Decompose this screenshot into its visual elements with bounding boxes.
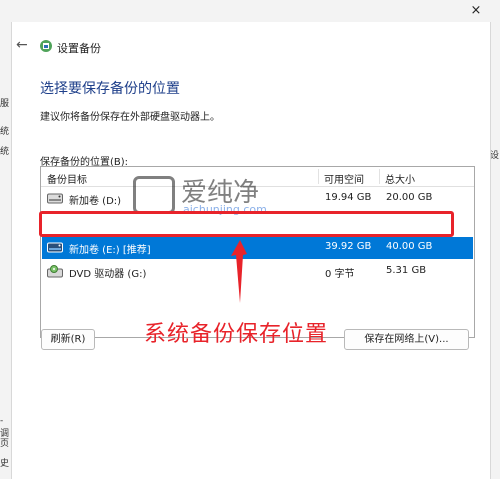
drive-name: DVD 驱动器 (G:): [69, 269, 147, 280]
background-fragment: 服: [0, 99, 10, 109]
hard-drive-icon: [47, 242, 63, 253]
page-description: 建议你将备份保存在外部硬盘驱动器上。: [40, 112, 220, 123]
save-on-network-button[interactable]: 保存在网络上(V)...: [344, 329, 469, 350]
setup-backup-dialog: ← 设置备份 选择要保存备份的位置 建议你将备份保存在外部硬盘驱动器上。 保存备…: [11, 22, 491, 479]
background-fragment: 页: [0, 439, 10, 449]
list-row-drive-e[interactable]: 新加卷 (E:) [推荐] 39.92 GB 40.00 GB: [42, 237, 473, 259]
annotation-highlight-box: [39, 211, 454, 237]
drive-name: 新加卷 (D:): [69, 196, 122, 207]
back-arrow-icon[interactable]: ←: [16, 37, 28, 53]
annotation-label: 系统备份保存位置: [144, 322, 329, 347]
dialog-title: 设置备份: [57, 42, 101, 55]
background-fragment: 统: [0, 127, 10, 137]
refresh-button[interactable]: 刷新(R): [41, 329, 95, 350]
background-fragment: 设: [489, 151, 499, 161]
hard-drive-icon: [47, 193, 63, 204]
drive-name: 新加卷 (E:) [推荐]: [69, 245, 151, 256]
column-header-total-size[interactable]: 总大小: [385, 171, 415, 186]
drive-total-size: 5.31 GB: [386, 265, 427, 276]
column-separator[interactable]: [379, 169, 380, 184]
background-fragment: 统: [0, 147, 10, 157]
backup-app-icon: [40, 40, 52, 52]
column-header-free-space[interactable]: 可用空间: [324, 171, 364, 186]
page-heading: 选择要保存备份的位置: [40, 81, 180, 97]
drive-total-size: 40.00 GB: [386, 241, 433, 252]
list-row-dvd-g[interactable]: DVD 驱动器 (G:) 0 字节 5.31 GB: [42, 261, 473, 283]
drive-free-space: 19.94 GB: [325, 192, 372, 203]
dvd-drive-icon: [47, 265, 63, 278]
background-window-strip: 起: [0, 0, 500, 22]
background-fragment: 史: [0, 459, 10, 469]
drive-free-space: 0 字节: [325, 269, 355, 280]
close-button[interactable]: ×: [466, 2, 486, 20]
column-header-destination[interactable]: 备份目标: [47, 171, 87, 186]
watermark-logo-icon: [133, 176, 175, 214]
column-separator[interactable]: [318, 169, 319, 184]
drive-total-size: 20.00 GB: [386, 192, 433, 203]
background-left-edge: 服 统 统 -调 页 史: [0, 0, 11, 479]
drive-free-space: 39.92 GB: [325, 241, 372, 252]
